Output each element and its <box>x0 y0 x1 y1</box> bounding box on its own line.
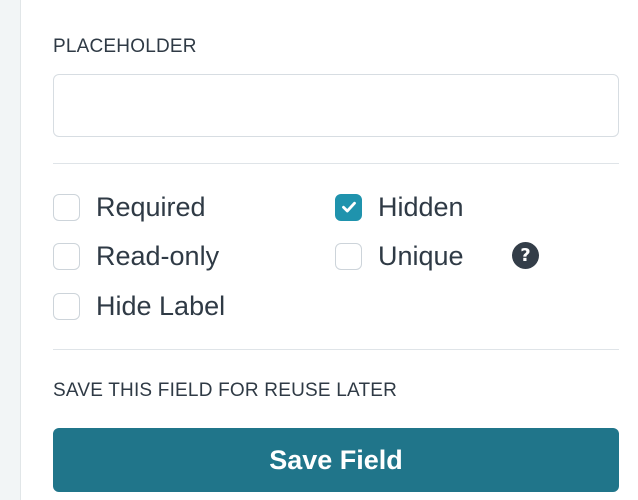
left-panel-edge <box>0 0 21 500</box>
save-field-button[interactable]: Save Field <box>53 428 619 492</box>
unique-label: Unique <box>378 240 464 271</box>
required-label: Required <box>96 191 206 222</box>
placeholder-label: PLACEHOLDER <box>53 36 197 57</box>
required-checkbox[interactable] <box>53 193 80 221</box>
save-for-reuse-label: SAVE THIS FIELD FOR REUSE LATER <box>53 380 398 401</box>
required-option[interactable]: Required <box>53 191 206 223</box>
unique-checkbox[interactable] <box>335 242 362 270</box>
hidden-option[interactable]: Hidden <box>335 191 464 223</box>
hide-label-label: Hide Label <box>96 290 226 321</box>
hide-label-option[interactable]: Hide Label <box>53 290 225 322</box>
checkmark-icon <box>341 201 356 213</box>
hidden-label: Hidden <box>378 191 464 222</box>
readonly-checkbox[interactable] <box>53 242 80 270</box>
help-icon[interactable]: ? <box>512 242 539 269</box>
unique-option[interactable]: Unique <box>335 240 464 272</box>
placeholder-input[interactable] <box>53 74 619 137</box>
divider <box>53 349 619 350</box>
readonly-label: Read-only <box>96 240 220 271</box>
divider <box>53 163 619 164</box>
hide-label-checkbox[interactable] <box>53 292 80 320</box>
readonly-option[interactable]: Read-only <box>53 240 219 272</box>
field-settings-panel: PLACEHOLDER Required Hidden Read-only Un… <box>0 0 638 500</box>
hidden-checkbox[interactable] <box>335 193 362 221</box>
